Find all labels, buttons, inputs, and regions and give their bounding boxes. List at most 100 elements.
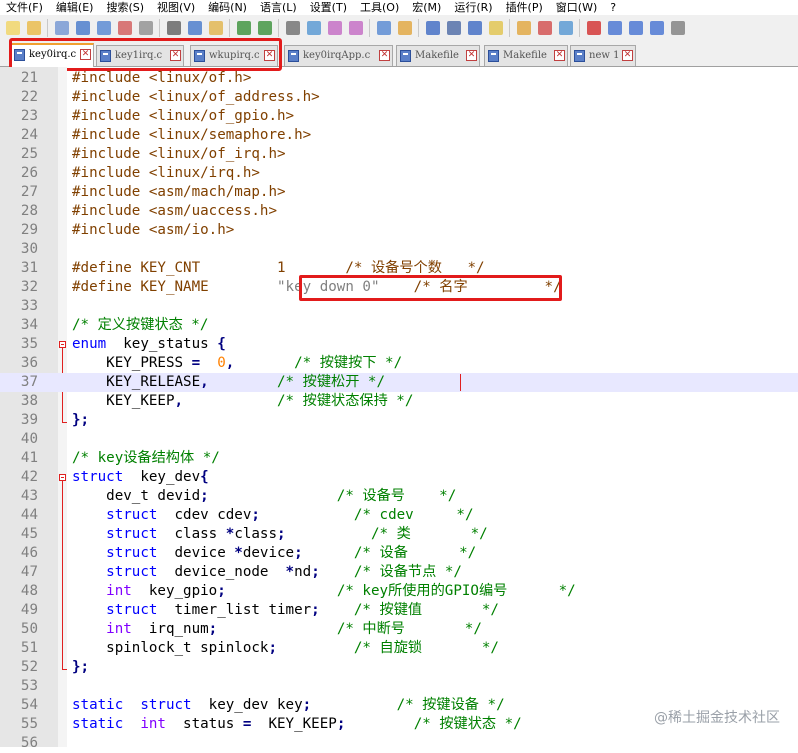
find-icon[interactable]	[283, 18, 302, 37]
code-text[interactable]: /* 定义按键状态 */	[72, 316, 208, 335]
function-list-icon[interactable]	[514, 18, 533, 37]
copy-icon[interactable]	[185, 18, 204, 37]
print-icon[interactable]	[136, 18, 155, 37]
tab-key1irq-c[interactable]: key1irq.c ✕	[96, 45, 184, 66]
code-text[interactable]: KEY_RELEASE, /* 按键松开 */	[72, 373, 385, 392]
tab-key0irq-c[interactable]: key0irq.c ✕	[10, 43, 94, 67]
menu-item[interactable]: 编码(N)	[202, 0, 254, 15]
code-text[interactable]: dev_t devid; /* 设备号 */	[72, 487, 456, 506]
menu-item[interactable]: ?	[604, 0, 623, 15]
zoom-in-icon[interactable]	[325, 18, 344, 37]
sync-h-icon[interactable]	[395, 18, 414, 37]
code-editor[interactable]: 21 #include <linux/of.h> 22 #include <linux…	[0, 67, 798, 751]
code-token: struct	[123, 697, 192, 713]
code-token: key_dev	[123, 469, 201, 485]
code-text[interactable]: #include <linux/of_address.h>	[72, 88, 320, 107]
open-file-icon[interactable]	[24, 18, 43, 37]
save-icon[interactable]	[52, 18, 71, 37]
code-token: class	[234, 526, 278, 542]
code-text[interactable]: };	[72, 658, 89, 677]
menu-item[interactable]: 宏(M)	[406, 0, 448, 15]
code-text[interactable]: struct key_dev{	[72, 468, 209, 487]
replace-icon[interactable]	[304, 18, 323, 37]
code-text[interactable]: struct device_node *nd; /* 设备节点 */	[72, 563, 462, 582]
close-tab-icon[interactable]: ✕	[554, 50, 565, 61]
code-text[interactable]: static int status = KEY_KEEP; /* 按键状态 */	[72, 715, 522, 734]
monitor-icon[interactable]	[556, 18, 575, 37]
icon-glyph	[348, 20, 363, 35]
word-wrap-icon[interactable]	[423, 18, 442, 37]
code-text[interactable]: #include <linux/semaphore.h>	[72, 126, 311, 145]
menu-item[interactable]: 设置(T)	[304, 0, 354, 15]
close-tab-icon[interactable]: ✕	[379, 50, 390, 61]
code-text[interactable]: static struct key_dev key; /* 按键设备 */	[72, 696, 505, 715]
close-tab-icon[interactable]: ✕	[622, 50, 633, 61]
line-number: 49	[20, 602, 38, 618]
code-text[interactable]: #define KEY_CNT 1 /* 设备号个数 */	[72, 259, 485, 278]
code-text[interactable]: #include <asm/mach/map.h>	[72, 183, 286, 202]
code-text[interactable]: KEY_PRESS = 0, /* 按键按下 */	[72, 354, 402, 373]
code-text[interactable]: #include <asm/io.h>	[72, 221, 234, 240]
close-all-icon[interactable]	[115, 18, 134, 37]
menu-item[interactable]: 搜索(S)	[100, 0, 151, 15]
code-text[interactable]: #include <linux/of.h>	[72, 69, 251, 88]
tab-makefile[interactable]: Makefile ✕	[484, 45, 568, 66]
cut-icon[interactable]	[164, 18, 183, 37]
menu-item[interactable]: 文件(F)	[0, 0, 50, 15]
menu-item[interactable]: 视图(V)	[151, 0, 202, 15]
redo-icon[interactable]	[255, 18, 274, 37]
code-text[interactable]: spinlock_t spinlock; /* 自旋锁 */	[72, 639, 499, 658]
show-all-icon[interactable]	[444, 18, 463, 37]
undo-icon[interactable]	[234, 18, 253, 37]
stop-macro-icon[interactable]	[605, 18, 624, 37]
menu-item[interactable]: 窗口(W)	[550, 0, 604, 15]
code-text[interactable]: };	[72, 411, 89, 430]
sync-v-icon[interactable]	[374, 18, 393, 37]
menu-item[interactable]: 运行(R)	[448, 0, 499, 15]
play-macro-icon[interactable]	[626, 18, 645, 37]
menu-item[interactable]: 语言(L)	[254, 0, 304, 15]
save-all-icon[interactable]	[73, 18, 92, 37]
code-text[interactable]: #include <linux/of_gpio.h>	[72, 107, 294, 126]
code-token: #include <linux/of_address.h>	[72, 89, 320, 105]
code-text[interactable]: struct class *class; /* 类 */	[72, 525, 488, 544]
line-number: 56	[20, 735, 38, 751]
menu-item[interactable]: 编辑(E)	[50, 0, 101, 15]
close-tab-icon[interactable]: ✕	[264, 50, 275, 61]
code-text[interactable]: struct device *device; /* 设备 */	[72, 544, 476, 563]
menu-item[interactable]: 工具(O)	[354, 0, 406, 15]
code-text[interactable]: KEY_KEEP, /* 按键状态保持 */	[72, 392, 413, 411]
code-text[interactable]: struct timer_list timer; /* 按键值 */	[72, 601, 499, 620]
record-macro-icon[interactable]	[584, 18, 603, 37]
zoom-out-icon[interactable]	[346, 18, 365, 37]
menu-item[interactable]: 插件(P)	[500, 0, 550, 15]
icon-glyph	[488, 20, 503, 35]
folder-icon[interactable]	[535, 18, 554, 37]
code-text[interactable]: #include <asm/uaccess.h>	[72, 202, 277, 221]
code-text[interactable]: enum key_status {	[72, 335, 226, 354]
code-text[interactable]: /* key设备结构体 */	[72, 449, 220, 468]
tab-makefile[interactable]: Makefile ✕	[396, 45, 480, 66]
run-macro-icon[interactable]	[647, 18, 666, 37]
new-file-icon[interactable]	[3, 18, 22, 37]
code-text[interactable]: int key_gpio; /* key所使用的GPIO编号 */	[72, 582, 576, 601]
code-text[interactable]: #include <linux/of_irq.h>	[72, 145, 286, 164]
close-tab-icon[interactable]: ✕	[80, 49, 91, 60]
code-text[interactable]: #include <linux/irq.h>	[72, 164, 260, 183]
save-macro-icon[interactable]	[668, 18, 687, 37]
tab-wkupirq-c[interactable]: wkupirq.c ✕	[190, 45, 278, 66]
tab-new-1[interactable]: new 1 ✕	[570, 45, 636, 66]
paste-icon[interactable]	[206, 18, 225, 37]
code-text[interactable]: struct cdev cdev; /* cdev */	[72, 506, 473, 525]
tab-key0irqapp-c[interactable]: key0irqApp.c ✕	[284, 45, 393, 66]
doc-map-icon[interactable]	[486, 18, 505, 37]
close-tab-icon[interactable]: ✕	[466, 50, 477, 61]
code-text[interactable]: #define KEY_NAME "key down 0" /* 名字 */	[72, 278, 562, 297]
indent-guide-icon[interactable]	[465, 18, 484, 37]
code-text[interactable]: int irq_num; /* 中断号 */	[72, 620, 482, 639]
close-tab-icon[interactable]: ✕	[170, 50, 181, 61]
toolbar-separator	[47, 18, 48, 37]
close-icon[interactable]	[94, 18, 113, 37]
